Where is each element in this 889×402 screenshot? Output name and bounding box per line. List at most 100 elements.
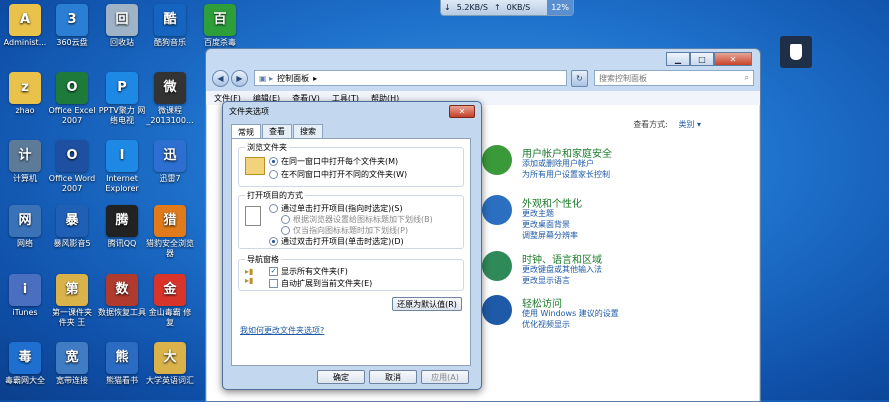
auto-expand-checkbox[interactable]: 自动扩展到当前文件夹(E) [269,278,372,289]
minimize-button[interactable]: ▁ [666,52,690,66]
folder-options-dialog: 文件夹选项 ✕ 常规 查看 搜索 浏览文件夹 在同一窗口中打开每个文件夹(M) … [222,101,482,390]
browse-folders-label: 浏览文件夹 [245,142,289,153]
category-link[interactable]: 更改键盘或其他输入法 [522,264,602,275]
clock-globe-icon[interactable] [482,251,512,281]
desktop-icon-label: 百度杀毒 [204,38,236,47]
desktop-icon[interactable]: 网网络 [0,205,50,249]
category-link[interactable]: 更改主题 [522,208,554,219]
desktop-icon-label: 酷狗音乐 [154,38,186,47]
desktop-icon[interactable]: 猎猎豹安全浏览器 [145,205,195,259]
radio-icon [269,170,278,179]
forward-button[interactable]: ▶ [231,69,248,87]
app-icon: 第 [56,274,88,306]
desktop-icon[interactable]: 微微课程 _2013100... [145,72,195,126]
desktop-icon-label: Office Word 2007 [48,174,96,193]
maximize-button[interactable]: □ [690,52,714,66]
app-icon: 暴 [56,205,88,237]
category-link[interactable]: 调整屏幕分辨率 [522,230,578,241]
desktop-icon-label: 回收站 [110,38,134,47]
desktop-icon[interactable]: P PPTV聚力 网络电视 [97,72,147,126]
browse-same-window-option[interactable]: 在同一窗口中打开每个文件夹(M) [269,156,398,167]
category-link[interactable]: 使用 Windows 建议的设置 [522,308,619,319]
app-icon: 迅 [154,140,186,172]
general-tab-panel: 浏览文件夹 在同一窗口中打开每个文件夹(M) 在不同窗口中打开不同的文件夹(W)… [231,138,471,366]
desktop-icon[interactable]: I Internet Explorer [97,140,147,194]
show-all-folders-checkbox[interactable]: ✓ 显示所有文件夹(F) [269,266,348,277]
close-button[interactable]: ✕ [714,52,752,66]
desktop-icon-label: 宽带连接 [56,376,88,385]
underline-point-option[interactable]: 仅当指向图标标题时加下划线(P) [281,225,408,236]
desktop-icon[interactable]: 第第一课件夹 件夹 王 [47,274,97,328]
desktop-icon-label: 计算机 [13,174,37,183]
category-link[interactable]: 添加或删除用户帐户 [522,158,594,169]
view-by-dropdown[interactable]: 类别 ▾ [678,120,701,129]
desktop-icon-label: 腾讯QQ [107,239,137,248]
folder-icon: ▣ ▸ [259,73,274,83]
double-click-option[interactable]: 通过双击打开项目(单击时选定)(D) [269,236,404,247]
browse-new-window-option[interactable]: 在不同窗口中打开不同的文件夹(W) [269,169,407,180]
help-link[interactable]: 我如何更改文件夹选项? [240,325,324,336]
navigation-pane-label: 导航窗格 [245,254,281,265]
ease-of-access-icon[interactable] [482,295,512,325]
desktop-icon-label: 大学英语词汇 [146,376,194,385]
app-icon: 酷 [154,4,186,36]
download-speed: 5.2KB/S [456,3,488,12]
dialog-close-button[interactable]: ✕ [449,105,475,118]
apply-button[interactable]: 应用(A) [421,370,469,384]
category-link[interactable]: 优化视频显示 [522,319,570,330]
category-link[interactable]: 更改桌面背景 [522,219,570,230]
desktop-icon[interactable]: 百百度杀毒 [195,4,245,48]
app-icon: A [9,4,41,36]
category-link[interactable]: 更改显示语言 [522,275,570,286]
app-icon: z [9,72,41,104]
desktop-icon[interactable]: i iTunes [0,274,50,318]
restore-defaults-button[interactable]: 还原为默认值(R) [392,297,462,311]
desktop-icon[interactable]: 熊熊猫看书 [97,342,147,386]
app-icon: 宽 [56,342,88,374]
underline-browser-option[interactable]: 根据浏览器设置给图标标题加下划线(B) [281,214,433,225]
app-icon: 熊 [106,342,138,374]
desktop-icon-label: zhao [15,106,35,115]
refresh-button[interactable]: ↻ [571,69,588,87]
app-icon: 微 [154,72,186,104]
desktop-icon[interactable]: 毒毒霸网大全 [0,342,50,386]
users-icon[interactable] [482,145,512,175]
single-click-option[interactable]: 通过单击打开项目(指向时选定)(S) [269,203,403,214]
desktop-icon[interactable]: z zhao [0,72,50,116]
appearance-icon[interactable] [482,195,512,225]
desktop-icon[interactable]: 大大学英语词汇 [145,342,195,386]
navigation-pane-group: 导航窗格 ▸▮ ▸▮ ✓ 显示所有文件夹(F) 自动扩展到当前文件夹(E) [238,254,464,291]
desktop-icon[interactable]: 迅迅雷7 [145,140,195,184]
app-icon: 毒 [9,342,41,374]
usb-device-icon[interactable] [780,36,812,68]
desktop-icon[interactable]: 暴暴风影音5 [47,205,97,249]
desktop-icon[interactable]: O Office Excel 2007 [47,72,97,126]
search-input[interactable]: 搜索控制面板 ⌕ [594,70,754,86]
desktop-icon[interactable]: 数数据恢复工具 [97,274,147,318]
desktop-icon-label: 数据恢复工具 [98,308,146,317]
cancel-button[interactable]: 取消 [369,370,417,384]
category: 用户帐户和家庭安全 添加或删除用户帐户 为所有用户设置家长控制 [482,145,732,190]
tab-search[interactable]: 搜索 [293,124,323,138]
desktop-icon[interactable]: 回回收站 [97,4,147,48]
desktop-icon[interactable]: A Administ... [0,4,50,48]
tab-general[interactable]: 常规 [231,124,261,139]
desktop-icon-label: 金山毒霸 修复 [148,308,192,327]
app-icon: i [9,274,41,306]
desktop-icon[interactable]: O Office Word 2007 [47,140,97,194]
category-link[interactable]: 为所有用户设置家长控制 [522,169,610,180]
desktop-icon[interactable]: 腾腾讯QQ [97,205,147,249]
desktop-icon[interactable]: 宽宽带连接 [47,342,97,386]
address-bar[interactable]: ▣ ▸ 控制面板 ▸ [254,70,567,86]
tab-view[interactable]: 查看 [262,124,292,138]
radio-selected-icon [269,237,278,246]
tree-folder-icon: ▸▮ ▸▮ [245,267,254,285]
ok-button[interactable]: 确定 [317,370,365,384]
desktop-icon[interactable]: 计计算机 [0,140,50,184]
back-button[interactable]: ◀ [212,69,229,87]
app-icon: 3 [56,4,88,36]
desktop-icon[interactable]: 3 360云盘 [47,4,97,48]
desktop-icon[interactable]: 金金山毒霸 修复 [145,274,195,328]
desktop-icon[interactable]: 酷酷狗音乐 [145,4,195,48]
desktop-icon-label: 暴风影音5 [53,239,91,248]
